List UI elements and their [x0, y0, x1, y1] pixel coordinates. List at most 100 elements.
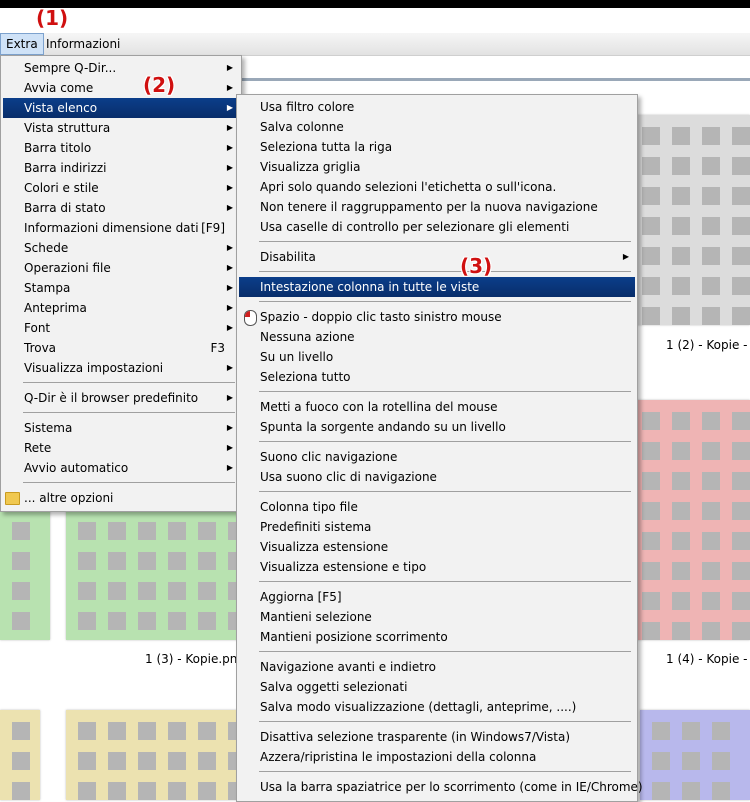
submenu-item-label: Spunta la sorgente andando su un livello: [260, 420, 506, 434]
submenu-item-label: Visualizza estensione: [260, 540, 389, 554]
menu-item[interactable]: Barra di stato ▶: [3, 198, 239, 218]
menu-item-label: Schede: [24, 241, 69, 255]
submenu-arrow-icon: ▶: [226, 463, 233, 472]
submenu-item[interactable]: Apri solo quando selezioni l'etichetta o…: [239, 177, 635, 197]
vista-elenco-submenu: Usa filtro colore Salva colonne Seleziona …: [236, 94, 643, 802]
submenu-arrow-icon: ▶: [226, 263, 233, 272]
menu-item[interactable]: Informazioni dimensione dati [F9]: [3, 218, 239, 238]
submenu-item[interactable]: Salva colonne: [239, 117, 635, 137]
menu-item-label: Rete: [24, 441, 52, 455]
shortcut-label: [F9]: [201, 221, 225, 235]
menu-item[interactable]: Trova F3: [3, 338, 239, 358]
submenu-item[interactable]: Seleziona tutta la riga: [239, 137, 635, 157]
thumbnail[interactable]: [0, 510, 50, 640]
submenu-item[interactable]: Mantieni posizione scorrimento: [239, 627, 635, 647]
submenu-item[interactable]: Visualizza griglia: [239, 157, 635, 177]
submenu-item-label: Spazio - doppio clic tasto sinistro mous…: [260, 310, 502, 324]
submenu-item-label: Intestazione colonna in tutte le viste: [260, 280, 480, 294]
menu-item[interactable]: ... altre opzioni: [3, 488, 239, 508]
menu-item-label: Q-Dir è il browser predefinito: [24, 391, 199, 405]
submenu-item[interactable]: Navigazione avanti e indietro: [239, 657, 635, 677]
menu-item[interactable]: Vista struttura ▶: [3, 118, 239, 138]
menu-separator: [23, 482, 235, 483]
submenu-item[interactable]: Disabilita ▶: [239, 247, 635, 267]
submenu-item[interactable]: Salva modo visualizzazione (dettagli, an…: [239, 697, 635, 717]
submenu-item[interactable]: Usa filtro colore: [239, 97, 635, 117]
submenu-item-label: Salva colonne: [260, 120, 344, 134]
menu-item[interactable]: Font ▶: [3, 318, 239, 338]
thumbnail-caption[interactable]: 1 (2) - Kopie - Ko: [666, 338, 750, 352]
menu-item[interactable]: Schede ▶: [3, 238, 239, 258]
submenu-item[interactable]: Seleziona tutto: [239, 367, 635, 387]
submenu-item-label: Mantieni selezione: [260, 610, 372, 624]
submenu-item[interactable]: Spunta la sorgente andando su un livello: [239, 417, 635, 437]
submenu-item-label: Salva modo visualizzazione (dettagli, an…: [260, 700, 577, 714]
thumbnail[interactable]: [66, 510, 238, 640]
thumbnail[interactable]: [0, 710, 40, 800]
submenu-item[interactable]: Predefiniti sistema: [239, 517, 635, 537]
submenu-item[interactable]: Su un livello: [239, 347, 635, 367]
submenu-item-label: Nessuna azione: [260, 330, 355, 344]
submenu-item[interactable]: Usa suono clic di navigazione: [239, 467, 635, 487]
submenu-item[interactable]: Visualizza estensione e tipo: [239, 557, 635, 577]
menu-item[interactable]: Stampa ▶: [3, 278, 239, 298]
submenu-item[interactable]: Spazio - doppio clic tasto sinistro mous…: [239, 307, 635, 327]
menu-informazioni[interactable]: Informazioni: [41, 33, 125, 55]
submenu-item[interactable]: Aggiorna [F5]: [239, 587, 635, 607]
submenu-item[interactable]: Non tenere il raggruppamento per la nuov…: [239, 197, 635, 217]
thumbnail[interactable]: [66, 710, 238, 800]
menu-item[interactable]: Visualizza impostazioni ▶: [3, 358, 239, 378]
submenu-item[interactable]: Colonna tipo file: [239, 497, 635, 517]
menu-item-label: Colori e stile: [24, 181, 99, 195]
submenu-item[interactable]: Mantieni selezione: [239, 607, 635, 627]
submenu-item[interactable]: Usa caselle di controllo per selezionare…: [239, 217, 635, 237]
menu-item[interactable]: Vista elenco ▶: [3, 98, 239, 118]
submenu-item-label: Suono clic navigazione: [260, 450, 398, 464]
menu-item-label: Anteprima: [24, 301, 87, 315]
menu-item-label: Stampa: [24, 281, 71, 295]
submenu-item-label: Navigazione avanti e indietro: [260, 660, 436, 674]
submenu-arrow-icon: ▶: [226, 63, 233, 72]
menu-extra[interactable]: Extra: [0, 33, 44, 55]
menu-item[interactable]: Q-Dir è il browser predefinito ▶: [3, 388, 239, 408]
thumbnail-caption[interactable]: 1 (4) - Kopie - Ko: [666, 652, 750, 666]
menu-item[interactable]: Avvio automatico ▶: [3, 458, 239, 478]
menu-item[interactable]: Sistema ▶: [3, 418, 239, 438]
submenu-item[interactable]: Metti a fuoco con la rotellina del mouse: [239, 397, 635, 417]
submenu-arrow-icon: ▶: [226, 423, 233, 432]
menu-item[interactable]: Rete ▶: [3, 438, 239, 458]
menu-item[interactable]: Avvia come ▶: [3, 78, 239, 98]
extra-dropdown-menu: Sempre Q-Dir... ▶ Avvia come ▶ Vista elenco ▶…: [0, 55, 242, 512]
thumbnail-image: [74, 518, 238, 632]
submenu-item[interactable]: Disattiva selezione trasparente (in Wind…: [239, 727, 635, 747]
menu-item-label: ... altre opzioni: [24, 491, 114, 505]
menu-item[interactable]: Operazioni file ▶: [3, 258, 239, 278]
menu-separator: [259, 301, 631, 302]
submenu-item-label: Non tenere il raggruppamento per la nuov…: [260, 200, 598, 214]
menu-item[interactable]: Barra titolo ▶: [3, 138, 239, 158]
thumbnail[interactable]: [640, 710, 750, 800]
menu-item[interactable]: Anteprima ▶: [3, 298, 239, 318]
submenu-arrow-icon: ▶: [226, 163, 233, 172]
submenu-item[interactable]: Usa la barra spaziatrice per lo scorrime…: [239, 777, 643, 797]
submenu-item-label: Visualizza griglia: [260, 160, 361, 174]
submenu-arrow-icon: ▶: [226, 183, 233, 192]
thumbnail-caption[interactable]: 1 (3) - Kopie.png: [145, 652, 245, 666]
submenu-item[interactable]: Nessuna azione: [239, 327, 635, 347]
submenu-item[interactable]: Azzera/ripristina le impostazioni della …: [239, 747, 635, 767]
menu-item[interactable]: Barra indirizzi ▶: [3, 158, 239, 178]
submenu-item[interactable]: Salva oggetti selezionati: [239, 677, 635, 697]
thumbnail-image: [8, 518, 42, 632]
callout-3: (3): [460, 254, 493, 278]
menu-item-label: Sempre Q-Dir...: [24, 61, 117, 75]
submenu-item-label: Mantieni posizione scorrimento: [260, 630, 448, 644]
menu-separator: [259, 391, 631, 392]
submenu-item[interactable]: Suono clic navigazione: [239, 447, 635, 467]
menu-item-label: Trova: [24, 341, 57, 355]
menu-item[interactable]: Sempre Q-Dir... ▶: [3, 58, 239, 78]
submenu-item[interactable]: Intestazione colonna in tutte le viste: [239, 277, 635, 297]
submenu-item[interactable]: Visualizza estensione: [239, 537, 635, 557]
menu-item[interactable]: Colori e stile ▶: [3, 178, 239, 198]
callout-2: (2): [143, 73, 176, 97]
submenu-item-label: Usa filtro colore: [260, 100, 355, 114]
